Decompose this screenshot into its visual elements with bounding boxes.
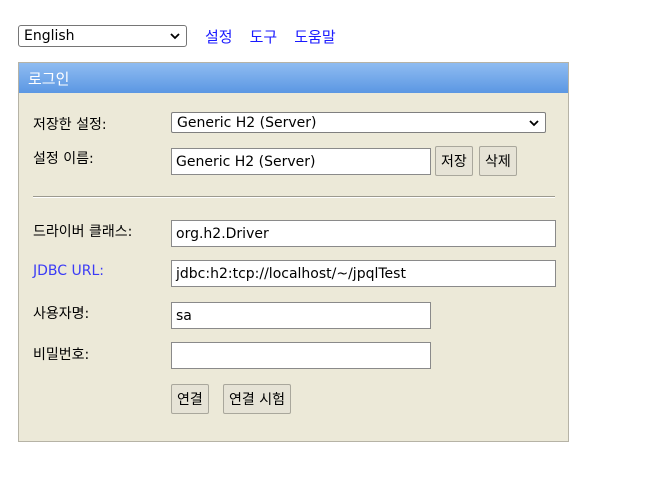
tools-link[interactable]: 도구: [250, 26, 278, 47]
saved-settings-value: Generic H2 (Server): [177, 114, 317, 131]
chevron-down-icon: [170, 33, 180, 40]
language-select[interactable]: English: [18, 25, 187, 47]
jdbc-url-input[interactable]: jdbc:h2:tcp://localhost/~/jpqlTest: [171, 260, 556, 287]
setting-name-label: 설정 이름:: [33, 151, 94, 167]
password-input[interactable]: [171, 342, 431, 369]
username-label: 사용자명:: [33, 306, 90, 322]
username-input[interactable]: sa: [171, 302, 431, 329]
top-nav: 설정 도구 도움말: [205, 26, 336, 47]
panel-title: 로그인: [19, 63, 568, 93]
login-panel: 로그인 저장한 설정: Generic H2 (Server) 설정 이름: G…: [18, 62, 569, 442]
test-connection-button[interactable]: 연결 시험: [223, 384, 291, 414]
chevron-down-icon: [529, 119, 539, 126]
language-bar: English: [18, 25, 187, 47]
setting-name-input[interactable]: Generic H2 (Server): [171, 148, 431, 175]
jdbc-url-label: JDBC URL:: [33, 263, 104, 279]
settings-link[interactable]: 설정: [205, 26, 233, 47]
password-label: 비밀번호:: [33, 347, 90, 363]
saved-settings-select[interactable]: Generic H2 (Server): [171, 112, 546, 133]
delete-button[interactable]: 삭제: [479, 146, 517, 176]
connect-button[interactable]: 연결: [171, 384, 209, 414]
help-link[interactable]: 도움말: [294, 26, 335, 47]
saved-settings-label: 저장한 설정:: [33, 117, 107, 133]
language-select-value: English: [24, 28, 75, 44]
driver-class-label: 드라이버 클래스:: [33, 224, 133, 240]
save-button[interactable]: 저장: [435, 146, 473, 176]
divider: [33, 196, 555, 198]
driver-class-input[interactable]: org.h2.Driver: [171, 220, 556, 247]
